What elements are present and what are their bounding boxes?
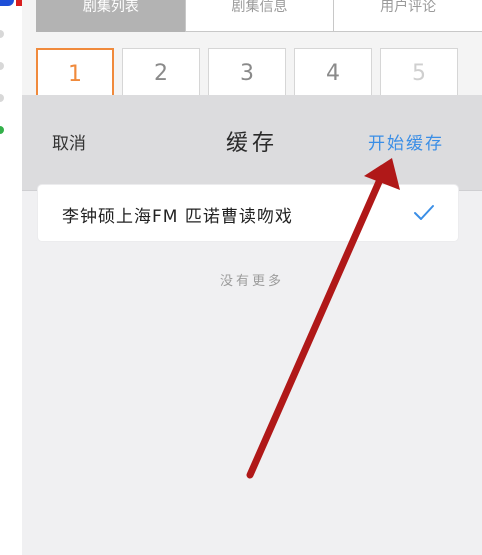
tab-user-comments[interactable]: 用户评论 xyxy=(333,0,482,32)
edge-marker xyxy=(0,126,4,134)
sheet-header: 取消 缓存 开始缓存 xyxy=(22,95,482,191)
episode-button-3[interactable]: 3 xyxy=(208,48,286,95)
cache-sheet: 取消 缓存 开始缓存 李钟硕上海FM 匹诺曹读吻戏 没有更多 xyxy=(22,95,482,555)
episode-button-2[interactable]: 2 xyxy=(122,48,200,95)
edge-marker xyxy=(0,30,4,38)
episode-button-4[interactable]: 4 xyxy=(294,48,372,95)
screen: 剧集列表 剧集信息 用户评论 1 2 3 4 5 取消 缓存 开始缓存 李钟硕上… xyxy=(0,0,482,555)
episode-tabs: 剧集列表 剧集信息 用户评论 xyxy=(36,0,482,32)
list-item[interactable]: 李钟硕上海FM 匹诺曹读吻戏 xyxy=(38,185,458,241)
background-app: 剧集列表 剧集信息 用户评论 1 2 3 4 5 xyxy=(22,0,482,95)
tab-episode-info[interactable]: 剧集信息 xyxy=(184,0,335,32)
edge-marker xyxy=(0,94,4,102)
tab-episode-list[interactable]: 剧集列表 xyxy=(36,0,186,32)
episode-grid: 1 2 3 4 5 xyxy=(36,48,482,95)
edge-marker xyxy=(0,62,4,70)
item-title: 李钟硕上海FM 匹诺曹读吻戏 xyxy=(62,207,293,227)
start-cache-button[interactable]: 开始缓存 xyxy=(368,129,444,154)
checkmark-icon xyxy=(414,205,434,220)
no-more-text: 没有更多 xyxy=(219,274,284,289)
episode-button-1[interactable]: 1 xyxy=(36,48,114,95)
episode-button-5[interactable]: 5 xyxy=(380,48,458,95)
